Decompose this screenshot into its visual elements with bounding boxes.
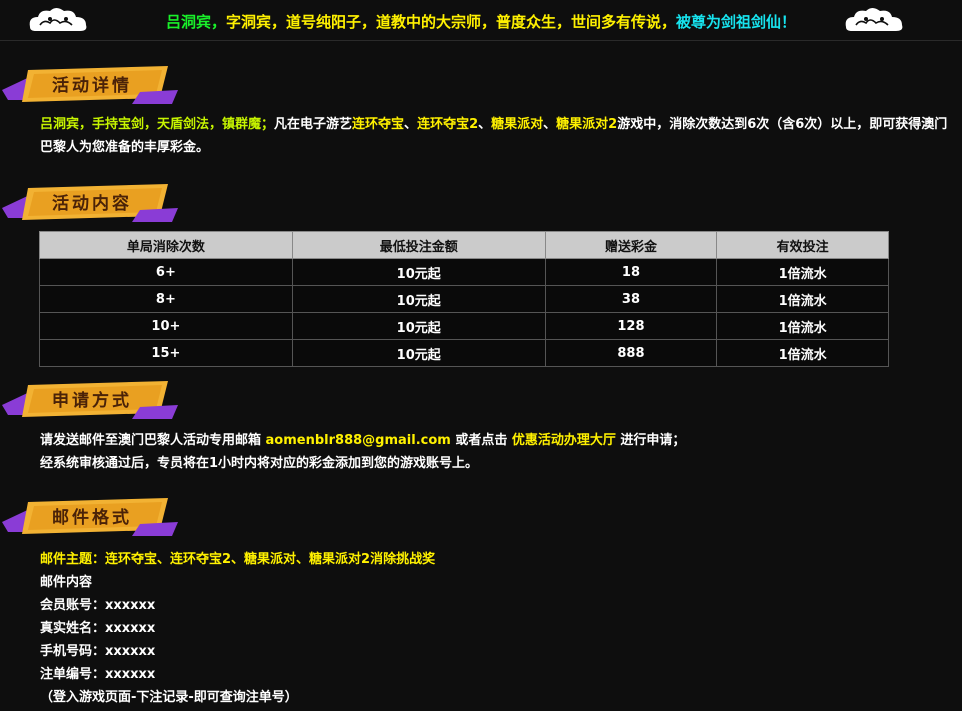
apply-line-1: 请发送邮件至澳门巴黎人活动专用邮箱 aomenblr888@gmail.com … xyxy=(40,429,685,452)
bonus-table: 单局消除次数 最低投注金额 赠送彩金 有效投注 6+ 10元起 18 1倍流水 … xyxy=(39,231,889,367)
table-cell: 10+ xyxy=(39,312,293,340)
table-cell: 1倍流水 xyxy=(716,258,889,286)
mail-account: 会员账号：xxxxxx xyxy=(40,598,156,613)
column-header: 单局消除次数 xyxy=(39,231,293,259)
mail-content-label: 邮件内容 xyxy=(40,575,93,590)
separator: 、 xyxy=(543,117,557,132)
column-header: 赠送彩金 xyxy=(544,231,718,259)
section-header-apply: 申请方式 xyxy=(0,375,180,425)
table-cell: 128 xyxy=(544,312,718,340)
table-row: 10+ 10元起 128 1倍流水 xyxy=(39,312,889,340)
cloud-ornament-icon xyxy=(845,8,903,31)
table-cell: 8+ xyxy=(39,285,293,313)
table-row: 8+ 10元起 38 1倍流水 xyxy=(39,285,889,313)
table-cell: 38 xyxy=(544,285,718,313)
apply-text: 请发送邮件至澳门巴黎人活动专用邮箱 xyxy=(40,433,266,448)
table-row: 6+ 10元起 18 1倍流水 xyxy=(39,258,889,286)
email-link[interactable]: aomenblr888@gmail.com xyxy=(266,433,451,448)
section-header-content: 活动内容 xyxy=(0,178,180,228)
section-title: 申请方式 xyxy=(52,391,132,411)
separator: 、 xyxy=(478,117,492,132)
column-header: 最低投注金额 xyxy=(291,231,546,259)
table-cell: 10元起 xyxy=(291,312,546,340)
table-cell: 15+ xyxy=(39,339,293,367)
details-text: 凡在电子游艺 xyxy=(274,117,353,132)
column-header: 有效投注 xyxy=(716,231,889,259)
banner-name: 吕洞宾， xyxy=(165,13,226,31)
mail-order-no: 注单编号：xxxxxx xyxy=(40,667,156,682)
mail-note: （登入游戏页面-下注记录-即可查询注单号） xyxy=(40,690,298,705)
section-header-details: 活动详情 xyxy=(0,60,180,110)
details-intro: 吕洞宾，手持宝剑，天盾剑法，镇群魔； xyxy=(40,117,275,132)
table-cell: 10元起 xyxy=(291,285,546,313)
table-cell: 1倍流水 xyxy=(716,339,889,367)
section-title: 活动详情 xyxy=(52,76,132,96)
apply-text: 或者点击 xyxy=(450,433,512,448)
banner-text: 吕洞宾，字洞宾，道号纯阳子，道教中的大宗师，普度众生，世间多有传说，被尊为剑祖剑… xyxy=(0,11,962,32)
banner-highlight: 被尊为剑祖剑仙！ xyxy=(676,13,797,31)
banner-desc: 字洞宾，道号纯阳子，道教中的大宗师，普度众生，世间多有传说， xyxy=(225,13,676,31)
details-paragraph: 吕洞宾，手持宝剑，天盾剑法，镇群魔；凡在电子游艺连环夺宝、连环夺宝2、糖果派对、… xyxy=(40,113,960,159)
table-cell: 10元起 xyxy=(291,258,546,286)
game-link[interactable]: 连环夺宝2 xyxy=(417,117,478,132)
table-cell: 18 xyxy=(544,258,718,286)
mail-format-block: 邮件主题：连环夺宝、连环夺宝2、糖果派对、糖果派对2消除挑战奖 邮件内容 会员账… xyxy=(40,548,435,709)
table-cell: 888 xyxy=(544,339,718,367)
mail-real-name: 真实姓名：xxxxxx xyxy=(40,621,156,636)
promo-hall-link[interactable]: 优惠活动办理大厅 xyxy=(512,433,616,448)
table-cell: 6+ xyxy=(39,258,293,286)
table-header-row: 单局消除次数 最低投注金额 赠送彩金 有效投注 xyxy=(39,231,889,259)
table-cell: 1倍流水 xyxy=(716,312,889,340)
mail-subject: 邮件主题：连环夺宝、连环夺宝2、糖果派对、糖果派对2消除挑战奖 xyxy=(40,552,436,567)
table-cell: 10元起 xyxy=(291,339,546,367)
separator: 、 xyxy=(404,117,418,132)
apply-text: 进行申请； xyxy=(615,433,686,448)
table-cell: 1倍流水 xyxy=(716,285,889,313)
game-link[interactable]: 糖果派对 xyxy=(491,117,543,132)
section-header-mail: 邮件格式 xyxy=(0,492,180,542)
top-banner: 吕洞宾，字洞宾，道号纯阳子，道教中的大宗师，普度众生，世间多有传说，被尊为剑祖剑… xyxy=(0,0,962,41)
table-row: 15+ 10元起 888 1倍流水 xyxy=(39,339,889,367)
mail-phone: 手机号码：xxxxxx xyxy=(40,644,156,659)
game-link[interactable]: 糖果派对2 xyxy=(556,117,617,132)
section-title: 活动内容 xyxy=(52,194,132,214)
game-link[interactable]: 连环夺宝 xyxy=(352,117,404,132)
apply-line-2: 经系统审核通过后，专员将在1小时内将对应的彩金添加到您的游戏账号上。 xyxy=(40,456,479,471)
section-title: 邮件格式 xyxy=(52,508,132,528)
